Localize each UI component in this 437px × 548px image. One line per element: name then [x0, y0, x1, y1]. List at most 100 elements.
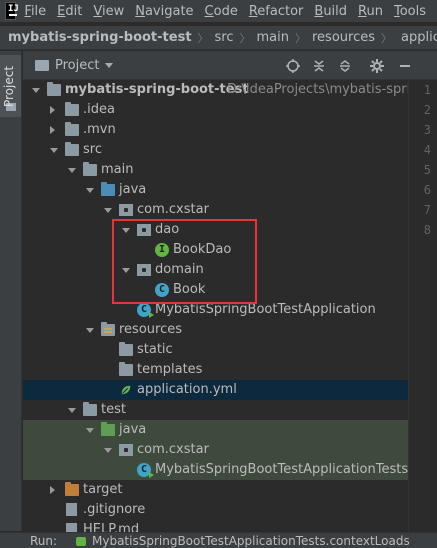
chevron-down-icon[interactable]: [68, 408, 76, 413]
folder-icon: [119, 362, 133, 376]
tree-item-label: dao: [155, 222, 180, 237]
collapse-all-icon[interactable]: [337, 58, 353, 74]
tree-item-static[interactable]: static: [23, 340, 408, 360]
chevron-down-icon[interactable]: [68, 168, 76, 173]
menu-edit[interactable]: Edit: [57, 4, 82, 19]
tree-item-test-java[interactable]: java: [23, 420, 408, 440]
chevron-down-icon[interactable]: [105, 62, 114, 68]
tree-item-application-yml[interactable]: application.yml: [23, 380, 408, 400]
folder-icon: [35, 59, 49, 71]
chevron-down-icon[interactable]: [122, 268, 130, 273]
tree-item-label: application.yml: [137, 382, 237, 397]
line-number: 4: [423, 143, 431, 157]
line-number: 1: [423, 83, 431, 97]
breadcrumb-separator: 〉: [295, 31, 306, 45]
menu-run[interactable]: Run: [358, 4, 383, 19]
chevron-down-icon[interactable]: [86, 188, 94, 193]
menu-refactor[interactable]: Refactor: [249, 4, 304, 19]
menu-code[interactable]: Code: [205, 4, 238, 19]
left-tool-strip: Project: [0, 51, 22, 531]
chevron-down-icon[interactable]: [104, 208, 112, 213]
editor-gutter: 1 2 3 4 5 6 7 8: [408, 80, 437, 532]
tree-item-label: mybatis-spring-boot-test: [65, 82, 249, 97]
run-tool-bar: Run: MybatisSpringBootTestApplicationTes…: [0, 532, 437, 548]
tree-item-main[interactable]: main: [23, 160, 408, 180]
breadcrumb-src[interactable]: src: [215, 30, 234, 45]
package-icon: [137, 264, 151, 276]
breadcrumb: mybatis-spring-boot-test 〉 src 〉 main 〉 …: [0, 26, 437, 50]
chevron-right-icon[interactable]: [50, 106, 55, 114]
tree-item-templates[interactable]: templates: [23, 360, 408, 380]
tree-item-label: BookDao: [173, 242, 232, 257]
tree-item-book-dao[interactable]: I BookDao: [23, 240, 408, 260]
folder-icon: [83, 402, 97, 416]
menu-file[interactable]: File: [24, 4, 46, 19]
tree-item-label: com.cxstar: [137, 202, 209, 217]
tree-item-label: MybatisSpringBootTestApplication: [155, 302, 376, 317]
breadcrumb-project[interactable]: mybatis-spring-boot-test: [8, 30, 192, 45]
test-run-icon: [76, 537, 86, 546]
chevron-right-icon[interactable]: [50, 486, 55, 494]
tree-item-src[interactable]: src: [23, 140, 408, 160]
tree-item-label: java: [119, 182, 147, 197]
tree-item-label: static: [137, 342, 173, 357]
tree-item-label: target: [83, 482, 123, 497]
menu-tools[interactable]: Tools: [394, 4, 426, 19]
tree-item-com-cxstar[interactable]: com.cxstar: [23, 200, 408, 220]
menu-build[interactable]: Build: [314, 4, 347, 19]
tree-item-test-com-cxstar[interactable]: com.cxstar: [23, 440, 408, 460]
folder-icon: [83, 162, 97, 176]
breadcrumb-resources[interactable]: resources: [312, 30, 375, 45]
tree-item-root[interactable]: mybatis-spring-boot-test D:\IdeaProjects…: [23, 80, 408, 100]
project-tool-tab-label: Project: [2, 65, 16, 107]
line-number: 6: [423, 183, 431, 197]
tree-item-domain[interactable]: domain: [23, 260, 408, 280]
folder-icon: [65, 142, 79, 156]
tree-item-test-class[interactable]: C MybatisSpringBootTestApplicationTests: [23, 460, 408, 480]
markdown-file-icon: [66, 523, 77, 532]
line-number: 7: [423, 203, 431, 217]
project-tool-tab[interactable]: Project: [0, 55, 21, 117]
chevron-right-icon[interactable]: [50, 126, 55, 134]
tree-item-label: .mvn: [83, 122, 116, 137]
run-tab[interactable]: MybatisSpringBootTestApplicationTests.co…: [92, 534, 410, 548]
spring-leaf-icon: [121, 385, 131, 395]
expand-all-icon[interactable]: [311, 58, 327, 74]
menu-navigate[interactable]: Navigate: [135, 4, 193, 19]
gear-icon[interactable]: [369, 58, 385, 74]
tree-item-application-class[interactable]: C MybatisSpringBootTestApplication: [23, 300, 408, 320]
breadcrumb-main[interactable]: main: [257, 30, 289, 45]
tree-item-gitignore[interactable]: .gitignore: [23, 500, 408, 520]
line-number: 3: [423, 123, 431, 137]
menu-view[interactable]: View: [93, 4, 124, 19]
tree-item-java[interactable]: java: [23, 180, 408, 200]
tree-item-label: Book: [173, 282, 206, 297]
hide-panel-icon[interactable]: [397, 58, 413, 74]
chevron-down-icon[interactable]: [32, 88, 40, 93]
breadcrumb-application-yml[interactable]: application.yml: [401, 30, 437, 45]
tree-item-idea[interactable]: .idea: [23, 100, 408, 120]
folder-icon: [65, 122, 79, 136]
tree-item-test[interactable]: test: [23, 400, 408, 420]
tree-item-label: test: [101, 402, 126, 417]
tree-item-resources[interactable]: resources: [23, 320, 408, 340]
chevron-down-icon[interactable]: [104, 448, 112, 453]
module-folder-icon: [47, 82, 61, 96]
chevron-down-icon[interactable]: [86, 428, 94, 433]
locate-file-icon[interactable]: [285, 58, 301, 74]
chevron-down-icon[interactable]: [122, 228, 130, 233]
menu-bar: IJ File Edit View Navigate Code Refactor…: [0, 0, 437, 22]
chevron-down-icon[interactable]: [50, 148, 58, 153]
tree-item-book[interactable]: C Book: [23, 280, 408, 300]
panel-title[interactable]: Project: [55, 58, 99, 73]
project-panel-header: Project: [23, 51, 437, 80]
tree-item-label: HELP.md: [83, 522, 140, 532]
package-icon: [119, 444, 133, 456]
tree-item-help-md[interactable]: HELP.md: [23, 520, 408, 532]
tree-item-label: templates: [137, 362, 203, 377]
runnable-class-icon: C: [137, 303, 154, 318]
chevron-down-icon[interactable]: [86, 328, 94, 333]
tree-item-mvn[interactable]: .mvn: [23, 120, 408, 140]
tree-item-target[interactable]: target: [23, 480, 408, 500]
tree-item-dao[interactable]: dao: [23, 220, 408, 240]
